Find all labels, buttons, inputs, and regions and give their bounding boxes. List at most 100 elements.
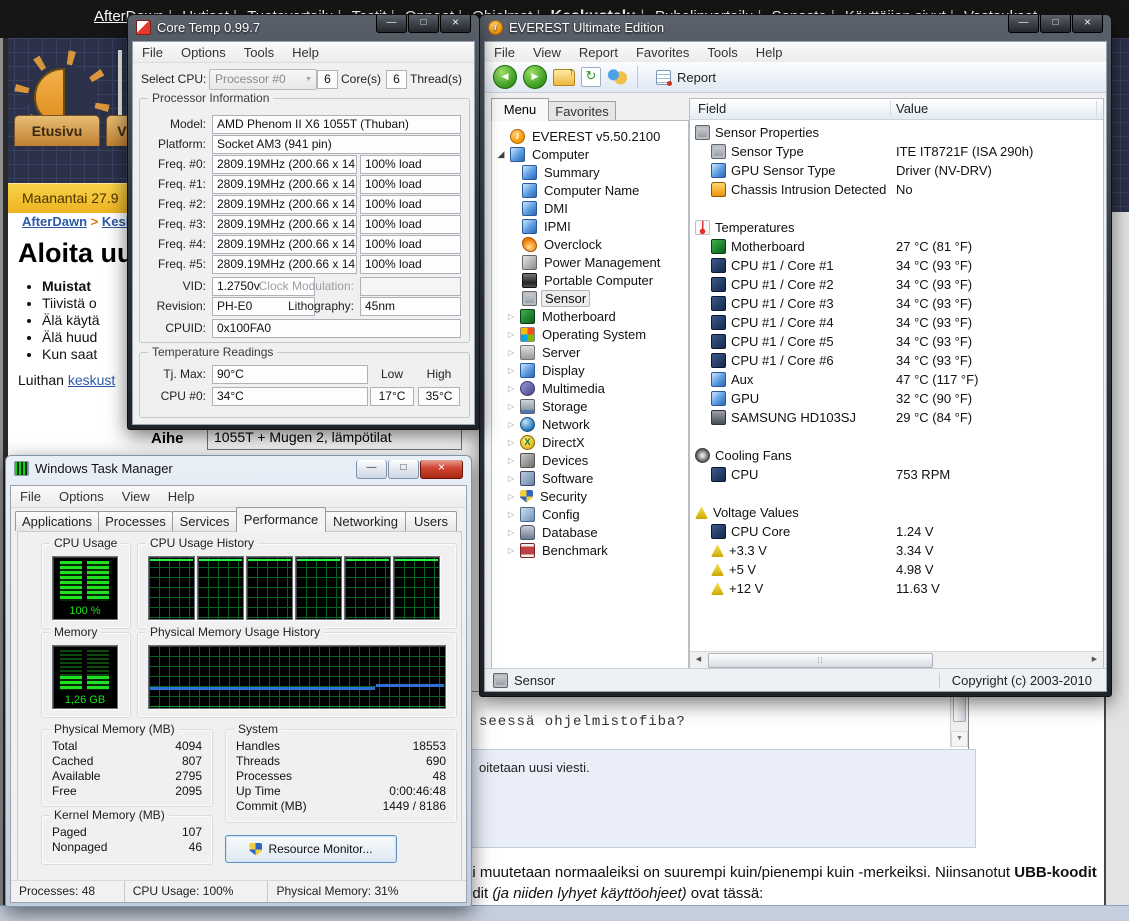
menu-help[interactable]: Help (283, 45, 328, 60)
tree-item-multimedia[interactable]: ▷Multimedia (492, 379, 688, 397)
collapsed-arrow-icon[interactable]: ▷ (506, 456, 516, 465)
tree-item-software[interactable]: ▷Software (492, 469, 688, 487)
tree-item-benchmark[interactable]: ▷Benchmark (492, 541, 688, 559)
table-row-group[interactable]: Voltage Values (690, 503, 1103, 522)
tree-item-computer[interactable]: ◢Computer (492, 145, 688, 163)
menu-options[interactable]: Options (50, 489, 113, 504)
menu-tools[interactable]: Tools (235, 45, 283, 60)
collapsed-arrow-icon[interactable]: ▷ (506, 402, 516, 411)
tree-item-sensor[interactable]: Sensor (492, 289, 688, 307)
collapsed-arrow-icon[interactable]: ▷ (506, 420, 516, 429)
tab-processes[interactable]: Processes (98, 511, 173, 531)
tree-item-directx[interactable]: ▷DirectX (492, 433, 688, 451)
tree-item-overclock[interactable]: Overclock (492, 235, 688, 253)
back-icon[interactable]: ◀ (493, 65, 517, 89)
close-button[interactable] (420, 460, 463, 479)
tab-performance[interactable]: Performance (236, 507, 326, 532)
refresh-icon[interactable] (581, 67, 601, 87)
tab-users[interactable]: Users (405, 511, 457, 531)
restore-button[interactable] (388, 460, 419, 479)
tree-item-operating-system[interactable]: ▷Operating System (492, 325, 688, 343)
tree-item-dmi[interactable]: DMI (492, 199, 688, 217)
field-column-header[interactable]: Field (698, 101, 726, 116)
breadcrumb-home-link[interactable]: AfterDawn (22, 214, 87, 229)
menu-view[interactable]: View (524, 45, 570, 60)
menu-help[interactable]: Help (747, 45, 792, 60)
tree-item-portable-computer[interactable]: Portable Computer (492, 271, 688, 289)
table-row[interactable]: CPU Core1.24 V (690, 522, 1103, 541)
tree-item-network[interactable]: ▷Network (492, 415, 688, 433)
collapsed-arrow-icon[interactable]: ▷ (506, 366, 516, 375)
table-row[interactable]: Motherboard27 °C (81 °F) (690, 237, 1103, 256)
maximize-button[interactable] (408, 15, 439, 33)
resource-monitor-button[interactable]: Resource Monitor... (225, 835, 397, 863)
menu-help[interactable]: Help (159, 489, 204, 504)
tab-services[interactable]: Services (172, 511, 237, 531)
tree-item-display[interactable]: ▷Display (492, 361, 688, 379)
tree-item-config[interactable]: ▷Config (492, 505, 688, 523)
menu-file[interactable]: File (11, 489, 50, 504)
table-row[interactable]: CPU #1 / Core #534 °C (93 °F) (690, 332, 1103, 351)
scroll-left-icon[interactable]: ◀ (690, 652, 707, 669)
collapsed-arrow-icon[interactable]: ▷ (506, 438, 516, 447)
nav-button-etusivu[interactable]: Etusivu (14, 115, 100, 146)
table-row[interactable]: CPU #1 / Core #434 °C (93 °F) (690, 313, 1103, 332)
tab-networking[interactable]: Networking (325, 511, 406, 531)
minimize-button[interactable] (1008, 15, 1039, 33)
scroll-down-icon[interactable] (951, 731, 968, 747)
table-row-group[interactable]: Sensor Properties (690, 123, 1103, 142)
tree-item-database[interactable]: ▷Database (492, 523, 688, 541)
tree-item-power-management[interactable]: Power Management (492, 253, 688, 271)
table-row[interactable]: CPU #1 / Core #234 °C (93 °F) (690, 275, 1103, 294)
menu-file[interactable]: File (133, 45, 172, 60)
table-row[interactable]: +3.3 V3.34 V (690, 541, 1103, 560)
table-row[interactable]: Chassis Intrusion DetectedNo (690, 180, 1103, 199)
collapsed-arrow-icon[interactable]: ▷ (506, 474, 516, 483)
expanded-arrow-icon[interactable]: ◢ (496, 149, 506, 160)
collapsed-arrow-icon[interactable]: ▷ (506, 348, 516, 357)
tab-menu[interactable]: Menu (491, 98, 549, 121)
menu-file[interactable]: File (485, 45, 524, 60)
collapsed-arrow-icon[interactable]: ▷ (506, 528, 516, 537)
table-row[interactable]: +12 V11.63 V (690, 579, 1103, 598)
textarea-scrollbar[interactable] (950, 692, 968, 747)
menu-tools[interactable]: Tools (698, 45, 746, 60)
tree-item-ipmi[interactable]: IPMI (492, 217, 688, 235)
column-divider[interactable] (1096, 101, 1097, 117)
tree-item-motherboard[interactable]: ▷Motherboard (492, 307, 688, 325)
collapsed-arrow-icon[interactable]: ▷ (506, 312, 516, 321)
table-row[interactable]: CPU #1 / Core #134 °C (93 °F) (690, 256, 1103, 275)
tree-item-security[interactable]: ▷Security (492, 487, 688, 505)
table-row[interactable]: GPU Sensor TypeDriver (NV-DRV) (690, 161, 1103, 180)
table-row[interactable]: CPU753 RPM (690, 465, 1103, 484)
column-divider[interactable] (890, 101, 891, 117)
table-row[interactable]: CPU #1 / Core #634 °C (93 °F) (690, 351, 1103, 370)
minimize-button[interactable] (356, 460, 387, 479)
close-button[interactable] (1072, 15, 1103, 33)
collapsed-arrow-icon[interactable]: ▷ (506, 384, 516, 393)
table-row[interactable]: CPU #1 / Core #334 °C (93 °F) (690, 294, 1103, 313)
column-header[interactable]: Field Value (690, 99, 1103, 120)
value-column-header[interactable]: Value (896, 101, 928, 116)
tab-applications[interactable]: Applications (15, 511, 99, 531)
collapsed-arrow-icon[interactable]: ▷ (506, 330, 516, 339)
tree-item-devices[interactable]: ▷Devices (492, 451, 688, 469)
message-textarea[interactable]: seessä ohjelmistofiba? (464, 691, 969, 750)
menu-view[interactable]: View (113, 489, 159, 504)
scroll-right-icon[interactable]: ▶ (1086, 652, 1103, 669)
collapsed-arrow-icon[interactable]: ▷ (506, 546, 516, 555)
table-row[interactable]: Aux47 °C (117 °F) (690, 370, 1103, 389)
cpu-select-dropdown[interactable]: Processor #0 (209, 69, 317, 90)
table-row[interactable]: SAMSUNG HD103SJ29 °C (84 °F) (690, 408, 1103, 427)
menu-options[interactable]: Options (172, 45, 235, 60)
table-row[interactable]: +5 V4.98 V (690, 560, 1103, 579)
tree-item-storage[interactable]: ▷Storage (492, 397, 688, 415)
tree-item-everest-version[interactable]: EVEREST v5.50.2100 (492, 127, 688, 145)
table-row-group[interactable]: Cooling Fans (690, 446, 1103, 465)
collapsed-arrow-icon[interactable]: ▷ (506, 492, 516, 501)
tree-item-summary[interactable]: Summary (492, 163, 688, 181)
menu-report[interactable]: Report (570, 45, 627, 60)
forward-icon[interactable]: ▶ (523, 65, 547, 89)
folder-up-icon[interactable] (553, 69, 575, 86)
table-row[interactable]: GPU32 °C (90 °F) (690, 389, 1103, 408)
